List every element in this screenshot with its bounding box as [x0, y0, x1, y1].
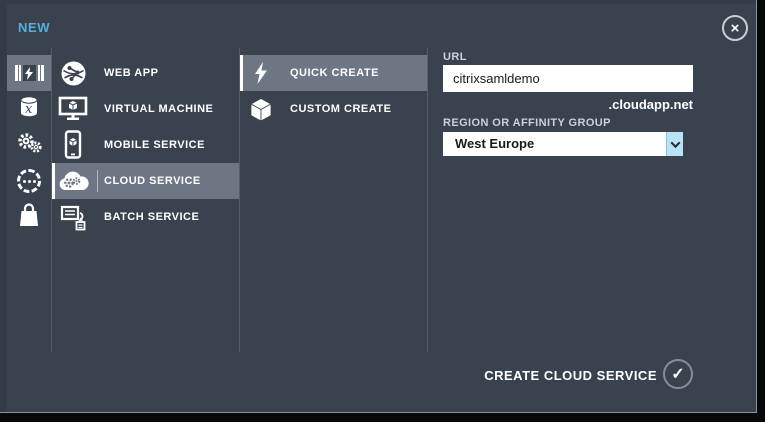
sidebar-item-marketplace[interactable] [7, 199, 51, 235]
cloud-service-icon [52, 170, 94, 192]
region-select[interactable]: West Europe [443, 132, 683, 156]
virtual-machine-icon [52, 96, 94, 122]
menu-item-label: VIRTUAL MACHINE [104, 103, 213, 115]
url-label: URL [443, 51, 467, 63]
sidebar-item-data-services[interactable]: x [7, 91, 51, 127]
close-icon[interactable]: × [722, 15, 748, 41]
mobile-service-icon [52, 130, 94, 160]
sidebar-item-app-services[interactable] [7, 127, 51, 163]
checkmark-icon: ✓ [671, 364, 684, 384]
top-edge-strip [0, 0, 756, 4]
column-divider [427, 48, 428, 352]
create-confirm-button[interactable]: ✓ [663, 359, 693, 389]
category-sidebar: x [7, 55, 51, 235]
network-services-icon [17, 169, 41, 193]
menu-item-cloud-service[interactable]: CLOUD SERVICE [52, 163, 239, 199]
selected-item-divider [97, 170, 98, 192]
lightning-icon [240, 62, 282, 84]
svg-text:x: x [25, 102, 33, 117]
data-services-icon: x [18, 95, 40, 124]
menu-item-quick-create[interactable]: QUICK CREATE [240, 55, 427, 91]
sidebar-item-compute[interactable] [7, 55, 51, 91]
compute-icon [15, 65, 44, 81]
url-input[interactable] [443, 65, 693, 92]
menu-item-mobile-service[interactable]: MOBILE SERVICE [52, 127, 239, 163]
menu-item-web-app[interactable]: WEB APP [52, 55, 239, 91]
page-title: NEW [18, 20, 50, 35]
create-mode-menu: QUICK CREATE CUSTOM CREATE [240, 55, 427, 127]
cube-icon [240, 97, 282, 122]
region-selected-value: West Europe [455, 136, 534, 151]
menu-item-virtual-machine[interactable]: VIRTUAL MACHINE [52, 91, 239, 127]
menu-item-label: MOBILE SERVICE [104, 139, 205, 151]
batch-service-icon [52, 204, 94, 231]
app-services-icon [16, 132, 43, 159]
url-suffix: .cloudapp.net [443, 97, 693, 112]
region-label: REGION OR AFFINITY GROUP [443, 117, 611, 129]
menu-item-batch-service[interactable]: BATCH SERVICE [52, 199, 239, 235]
left-edge-strip [0, 0, 7, 412]
service-menu: WEB APP VIRTUAL MACHINE [52, 55, 239, 235]
chevron-down-icon [670, 138, 680, 148]
menu-item-custom-create[interactable]: CUSTOM CREATE [240, 91, 427, 127]
web-app-globe-icon [52, 60, 94, 87]
menu-item-label: QUICK CREATE [290, 67, 379, 79]
marketplace-icon [18, 202, 40, 233]
menu-item-label: CUSTOM CREATE [290, 103, 391, 115]
menu-item-label: WEB APP [104, 67, 158, 79]
new-service-dialog: NEW × x [0, 0, 757, 413]
menu-item-label: BATCH SERVICE [104, 211, 199, 223]
dropdown-arrow-button[interactable] [666, 132, 683, 156]
create-cloud-service-label: CREATE CLOUD SERVICE [484, 368, 657, 383]
menu-item-label: CLOUD SERVICE [104, 175, 201, 187]
sidebar-item-network-services[interactable] [7, 163, 51, 199]
